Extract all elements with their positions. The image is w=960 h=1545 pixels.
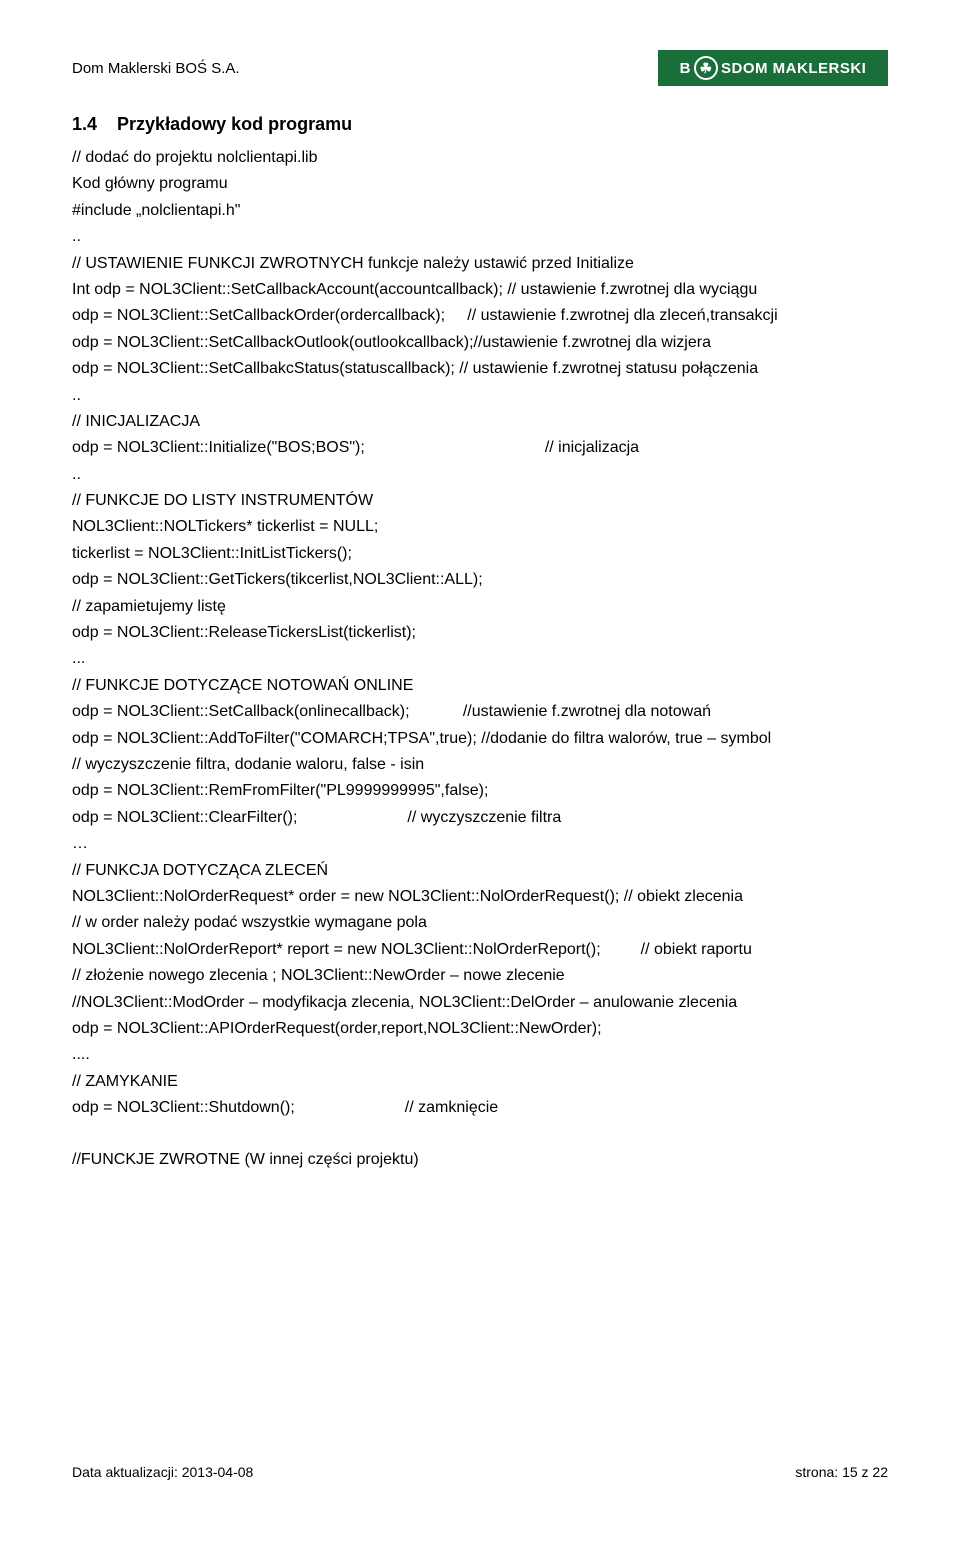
code-line: //NOL3Client::ModOrder – modyfikacja zle… xyxy=(72,990,888,1016)
footer-page: strona: 15 z 22 xyxy=(795,1464,888,1480)
code-line: odp = NOL3Client::SetCallbackOrder(order… xyxy=(72,303,888,329)
logo-text-dom: DOM MAKLERSKI xyxy=(732,60,867,77)
code-frag: odp = NOL3Client::SetCallbackOrder(order… xyxy=(72,307,445,324)
code-comment: // ustawienie f.zwrotnej dla zleceń,tran… xyxy=(467,307,777,324)
code-line: .. xyxy=(72,224,888,250)
code-line: .... xyxy=(72,1042,888,1068)
code-line: // FUNKCJE DOTYCZĄCE NOTOWAŃ ONLINE xyxy=(72,673,888,699)
code-line: Kod główny programu xyxy=(72,171,888,197)
code-comment: // inicjalizacja xyxy=(545,439,639,456)
code-line: .. xyxy=(72,462,888,488)
code-line: // złożenie nowego zlecenia ; NOL3Client… xyxy=(72,963,888,989)
blank-line xyxy=(72,1121,888,1147)
code-line: … xyxy=(72,831,888,857)
section-title-text: Przykładowy kod programu xyxy=(117,114,352,134)
company-name: Dom Maklerski BOŚ S.A. xyxy=(72,60,240,77)
code-line: odp = NOL3Client::Initialize("BOS;BOS");… xyxy=(72,435,888,461)
code-line: odp = NOL3Client::SetCallbakcStatus(stat… xyxy=(72,356,888,382)
code-comment: // obiekt raportu xyxy=(641,941,752,958)
code-line: NOL3Client::NolOrderRequest* order = new… xyxy=(72,884,888,910)
code-line: odp = NOL3Client::APIOrderRequest(order,… xyxy=(72,1016,888,1042)
code-line: // w order należy podać wszystkie wymaga… xyxy=(72,910,888,936)
code-frag: odp = NOL3Client::SetCallback(onlinecall… xyxy=(72,703,410,720)
code-frag: odp = NOL3Client::Shutdown(); xyxy=(72,1099,295,1116)
footer-date: Data aktualizacji: 2013-04-08 xyxy=(72,1464,253,1480)
code-line: // ZAMYKANIE xyxy=(72,1069,888,1095)
code-frag: odp = NOL3Client::Initialize("BOS;BOS"); xyxy=(72,439,365,456)
code-frag: NOL3Client::NolOrderReport* report = new… xyxy=(72,941,601,958)
code-line: // wyczyszczenie filtra, dodanie waloru,… xyxy=(72,752,888,778)
code-line: NOL3Client::NOLTickers* tickerlist = NUL… xyxy=(72,514,888,540)
code-line: .. xyxy=(72,383,888,409)
page-footer: Data aktualizacji: 2013-04-08 strona: 15… xyxy=(72,1464,888,1480)
code-comment: //ustawienie f.zwrotnej dla notowań xyxy=(463,703,711,720)
code-line: ... xyxy=(72,646,888,672)
brand-logo: B ☘ S DOM MAKLERSKI xyxy=(658,50,888,86)
code-line: // USTAWIENIE FUNKCJI ZWROTNYCH funkcje … xyxy=(72,251,888,277)
code-line: odp = NOL3Client::SetCallbackOutlook(out… xyxy=(72,330,888,356)
code-comment: // zamknięcie xyxy=(405,1099,498,1116)
code-line: #include „nolclientapi.h" xyxy=(72,198,888,224)
code-listing: // dodać do projektu nolclientapi.lib Ko… xyxy=(72,145,888,1174)
code-line: // dodać do projektu nolclientapi.lib xyxy=(72,145,888,171)
code-line: odp = NOL3Client::ClearFilter(); // wyczy… xyxy=(72,805,888,831)
code-line: NOL3Client::NolOrderReport* report = new… xyxy=(72,937,888,963)
logo-text-s: S xyxy=(721,60,732,77)
code-line: //FUNCKJE ZWROTNE (W innej części projek… xyxy=(72,1147,888,1173)
code-line: odp = NOL3Client::Shutdown(); // zamknięc… xyxy=(72,1095,888,1121)
code-line: odp = NOL3Client::RemFromFilter("PL99999… xyxy=(72,778,888,804)
code-line: // INICJALIZACJA xyxy=(72,409,888,435)
logo-text-b: B xyxy=(680,60,691,77)
code-line: Int odp = NOL3Client::SetCallbackAccount… xyxy=(72,277,888,303)
section-heading: 1.4 Przykładowy kod programu xyxy=(72,114,888,135)
code-line: // FUNKCJA DOTYCZĄCA ZLECEŃ xyxy=(72,858,888,884)
code-frag: odp = NOL3Client::ClearFilter(); xyxy=(72,809,297,826)
code-line: tickerlist = NOL3Client::InitListTickers… xyxy=(72,541,888,567)
section-number: 1.4 xyxy=(72,114,97,134)
code-comment: // wyczyszczenie filtra xyxy=(407,809,561,826)
code-line: odp = NOL3Client::AddToFilter("COMARCH;T… xyxy=(72,726,888,752)
code-line: odp = NOL3Client::GetTickers(tikcerlist,… xyxy=(72,567,888,593)
code-line: odp = NOL3Client::ReleaseTickersList(tic… xyxy=(72,620,888,646)
leaf-icon: ☘ xyxy=(694,56,718,80)
code-line: // FUNKCJE DO LISTY INSTRUMENTÓW xyxy=(72,488,888,514)
code-line: // zapamietujemy listę xyxy=(72,594,888,620)
page-header: Dom Maklerski BOŚ S.A. B ☘ S DOM MAKLERS… xyxy=(72,50,888,86)
code-line: odp = NOL3Client::SetCallback(onlinecall… xyxy=(72,699,888,725)
